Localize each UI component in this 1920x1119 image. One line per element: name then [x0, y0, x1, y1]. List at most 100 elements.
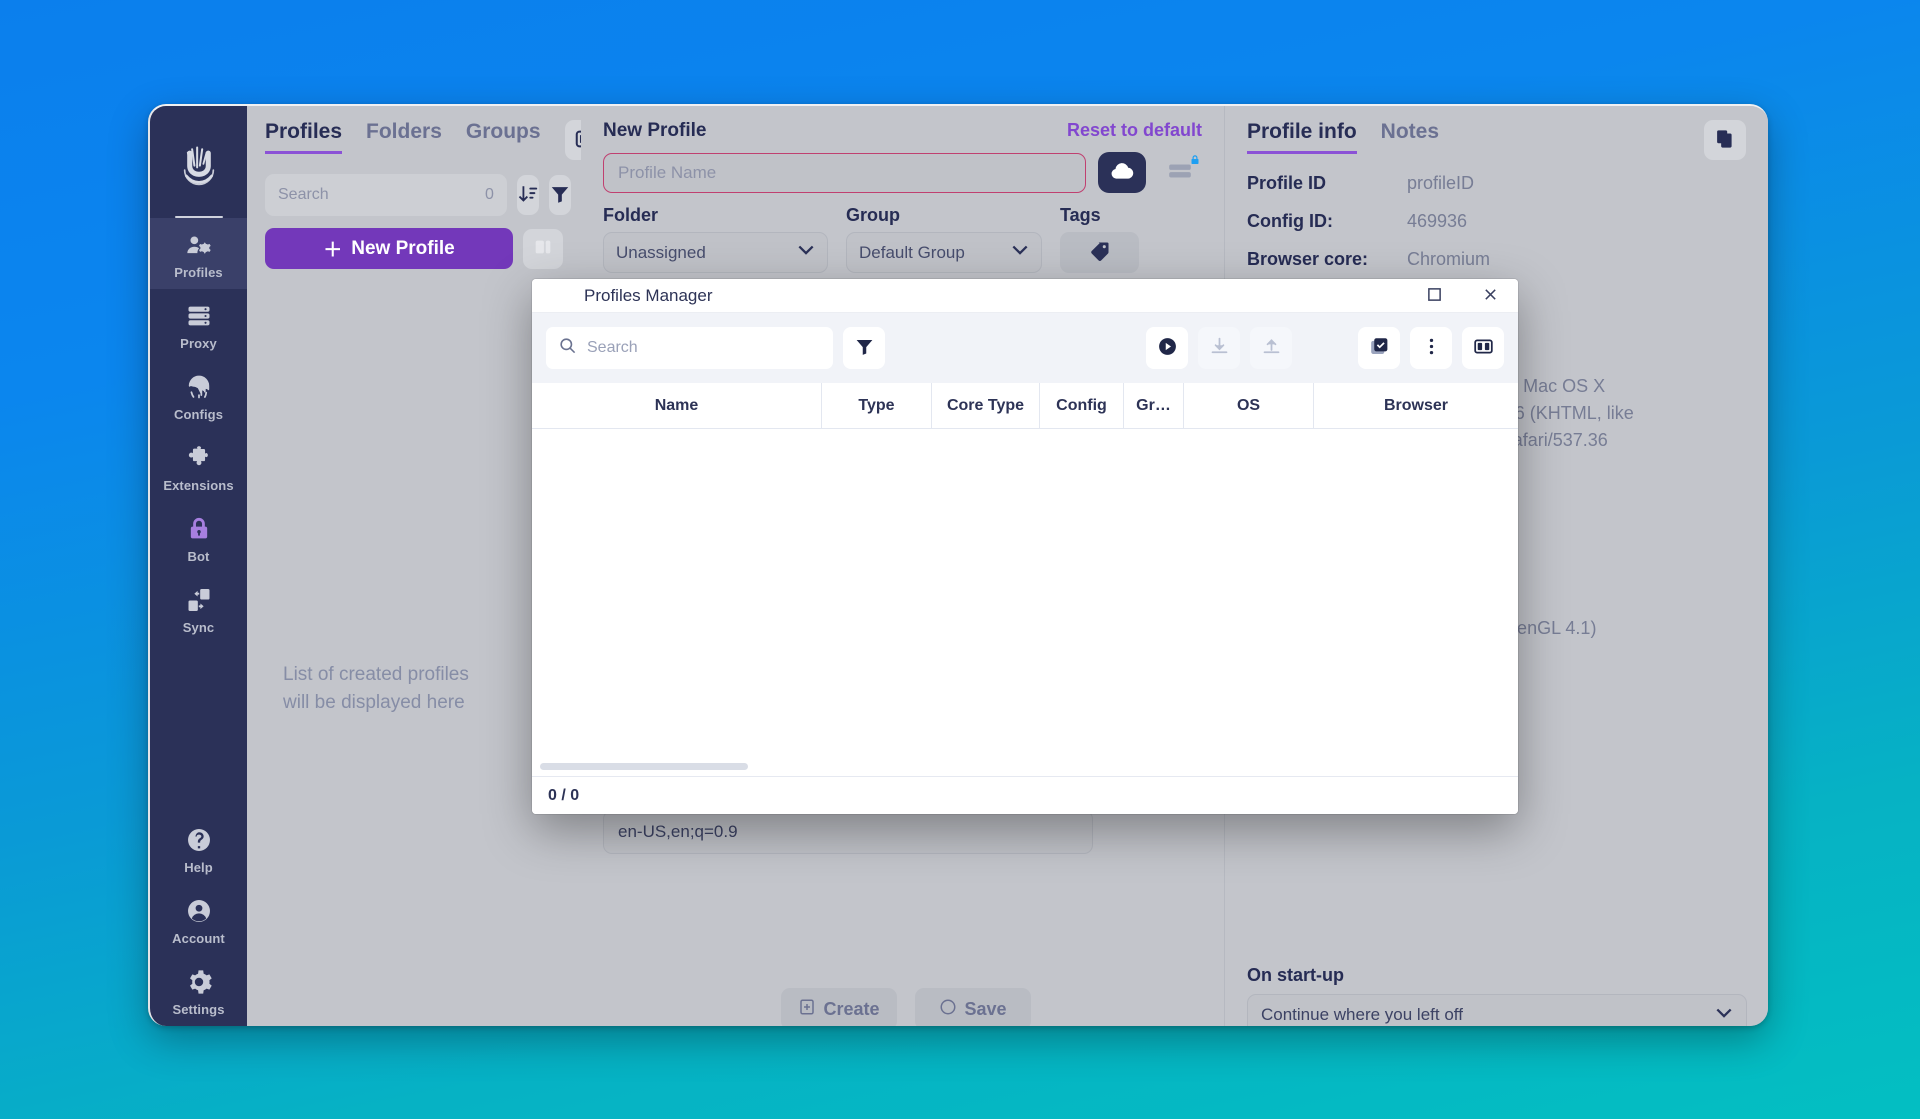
sidebar-item-label: Help: [184, 860, 213, 875]
table-body: [532, 429, 1518, 776]
column-header-core-type[interactable]: Core Type: [932, 383, 1040, 428]
form-header: New Profile Reset to default: [603, 120, 1202, 142]
save-button[interactable]: Save: [915, 988, 1031, 1026]
folder-selected-value: Unassigned: [616, 242, 706, 262]
tab-groups[interactable]: Groups: [466, 120, 541, 151]
tab-notes[interactable]: Notes: [1381, 120, 1439, 151]
split-panel-toggle-button[interactable]: [523, 228, 563, 269]
info-value: Chromium: [1407, 249, 1491, 269]
dialog-statusbar: 0 / 0: [532, 776, 1518, 814]
search-result-count: 0: [485, 186, 494, 203]
languages-input[interactable]: en-US,en;q=0.9: [603, 810, 1093, 854]
sidebar-item-help[interactable]: Help: [150, 813, 247, 884]
columns-icon: [1473, 336, 1494, 360]
table-header-row: Name Type Core Type Config Gr… OS Browse…: [532, 383, 1518, 429]
dialog-titlebar[interactable]: Profiles Manager: [532, 279, 1518, 313]
dialog-search-input[interactable]: [587, 339, 821, 357]
dialog-filter-button[interactable]: [843, 327, 885, 369]
copy-profile-info-button[interactable]: [1704, 120, 1746, 160]
sidebar-item-configs[interactable]: Configs: [150, 360, 247, 431]
create-label: Create: [823, 998, 880, 1019]
chevron-down-icon: [1011, 244, 1029, 262]
profiles-list-panel: Profiles Folders Groups 0: [247, 106, 605, 1026]
folder-label: Folder: [603, 205, 659, 225]
column-header-name[interactable]: Name: [532, 383, 822, 428]
play-circle-icon: [1157, 336, 1178, 360]
padlock-icon: [184, 514, 214, 544]
dialog-toolbar: [532, 313, 1518, 383]
dialog-action-buttons: [1146, 327, 1292, 369]
info-key: Profile ID: [1247, 173, 1327, 193]
chevron-down-icon: [1715, 1005, 1733, 1025]
square-icon: [1427, 287, 1442, 305]
search-box[interactable]: 0: [265, 174, 507, 216]
window-controls: [1406, 279, 1518, 313]
tab-folders[interactable]: Folders: [366, 120, 442, 151]
plus-icon: ＋: [323, 240, 343, 261]
folder-group-tags-row: Folder Unassigned Group Default Group Ta…: [603, 205, 1202, 273]
group-label: Group: [846, 205, 900, 225]
group-selected-value: Default Group: [859, 242, 965, 262]
create-button[interactable]: Create: [781, 988, 897, 1026]
dots-vertical-icon: [1421, 336, 1442, 360]
columns-button[interactable]: [1462, 327, 1504, 369]
column-header-config[interactable]: Config: [1040, 383, 1124, 428]
column-header-type[interactable]: Type: [822, 383, 932, 428]
info-key: Browser core:: [1247, 249, 1369, 269]
sidebar-item-extensions[interactable]: Extensions: [150, 431, 247, 502]
local-storage-button[interactable]: [1158, 152, 1202, 193]
tag-icon: [1088, 240, 1111, 266]
sidebar-item-label: Configs: [173, 407, 224, 422]
on-startup-label: On start-up: [1247, 965, 1344, 985]
sidebar-item-label: Extensions: [163, 478, 234, 493]
column-header-browser[interactable]: Browser: [1314, 383, 1518, 428]
profile-name-row: [603, 152, 1202, 193]
question-circle-icon: [184, 825, 214, 855]
select-all-button[interactable]: [1358, 327, 1400, 369]
sidebar-item-sync[interactable]: Sync: [150, 573, 247, 644]
search-input[interactable]: [278, 186, 485, 204]
column-header-group[interactable]: Gr…: [1124, 383, 1184, 428]
download-icon: [1209, 336, 1230, 360]
info-value: profileID: [1407, 173, 1475, 193]
sort-button[interactable]: [516, 175, 539, 215]
tab-profiles[interactable]: Profiles: [265, 120, 343, 154]
sidebar-item-profiles[interactable]: Profiles: [150, 218, 247, 289]
on-startup-select[interactable]: Continue where you left off: [1247, 994, 1747, 1026]
maximize-button[interactable]: [1406, 279, 1462, 313]
sidebar-item-label: Sync: [182, 620, 215, 635]
more-actions-button[interactable]: [1410, 327, 1452, 369]
sidebar-item-settings[interactable]: Settings: [150, 955, 247, 1026]
reset-to-default-link[interactable]: Reset to default: [1067, 120, 1202, 141]
profile-name-input[interactable]: [603, 152, 1086, 193]
empty-list-hint: List of created profiles will be display…: [283, 664, 469, 713]
profiles-manager-dialog: Profiles Manager Search Name Type Core T…: [532, 279, 1518, 814]
app-logo: [150, 116, 247, 214]
sidebar-item-proxy[interactable]: Proxy: [150, 289, 247, 360]
folder-select[interactable]: Unassigned: [603, 232, 828, 273]
sidebar-item-label: Proxy: [180, 336, 217, 351]
import-profiles-button[interactable]: [1198, 327, 1240, 369]
sidebar-item-account[interactable]: Account: [150, 884, 247, 955]
user-circle-icon: [184, 896, 214, 926]
sidebar-item-label: Profiles: [174, 265, 223, 280]
filter-button[interactable]: [548, 175, 571, 215]
cloud-storage-button[interactable]: [1098, 152, 1146, 193]
run-profile-button[interactable]: [1146, 327, 1188, 369]
group-field: Group Default Group: [846, 205, 1042, 273]
close-button[interactable]: [1462, 279, 1518, 313]
column-header-os[interactable]: OS: [1184, 383, 1314, 428]
horizontal-scrollbar[interactable]: [540, 763, 748, 770]
new-profile-button[interactable]: ＋ New Profile: [265, 228, 513, 269]
fingerprint-icon: [184, 372, 214, 402]
dialog-search-box[interactable]: [546, 327, 833, 369]
close-x-icon: [1483, 287, 1498, 305]
save-disk-icon: [939, 998, 957, 1021]
export-profiles-button[interactable]: [1250, 327, 1292, 369]
tags-button[interactable]: [1060, 232, 1139, 273]
sidebar-item-bot[interactable]: Bot: [150, 502, 247, 573]
group-select[interactable]: Default Group: [846, 232, 1042, 273]
tab-profile-info[interactable]: Profile info: [1247, 120, 1357, 154]
info-row: Profile ID profileID: [1247, 170, 1746, 197]
save-label: Save: [964, 998, 1007, 1019]
